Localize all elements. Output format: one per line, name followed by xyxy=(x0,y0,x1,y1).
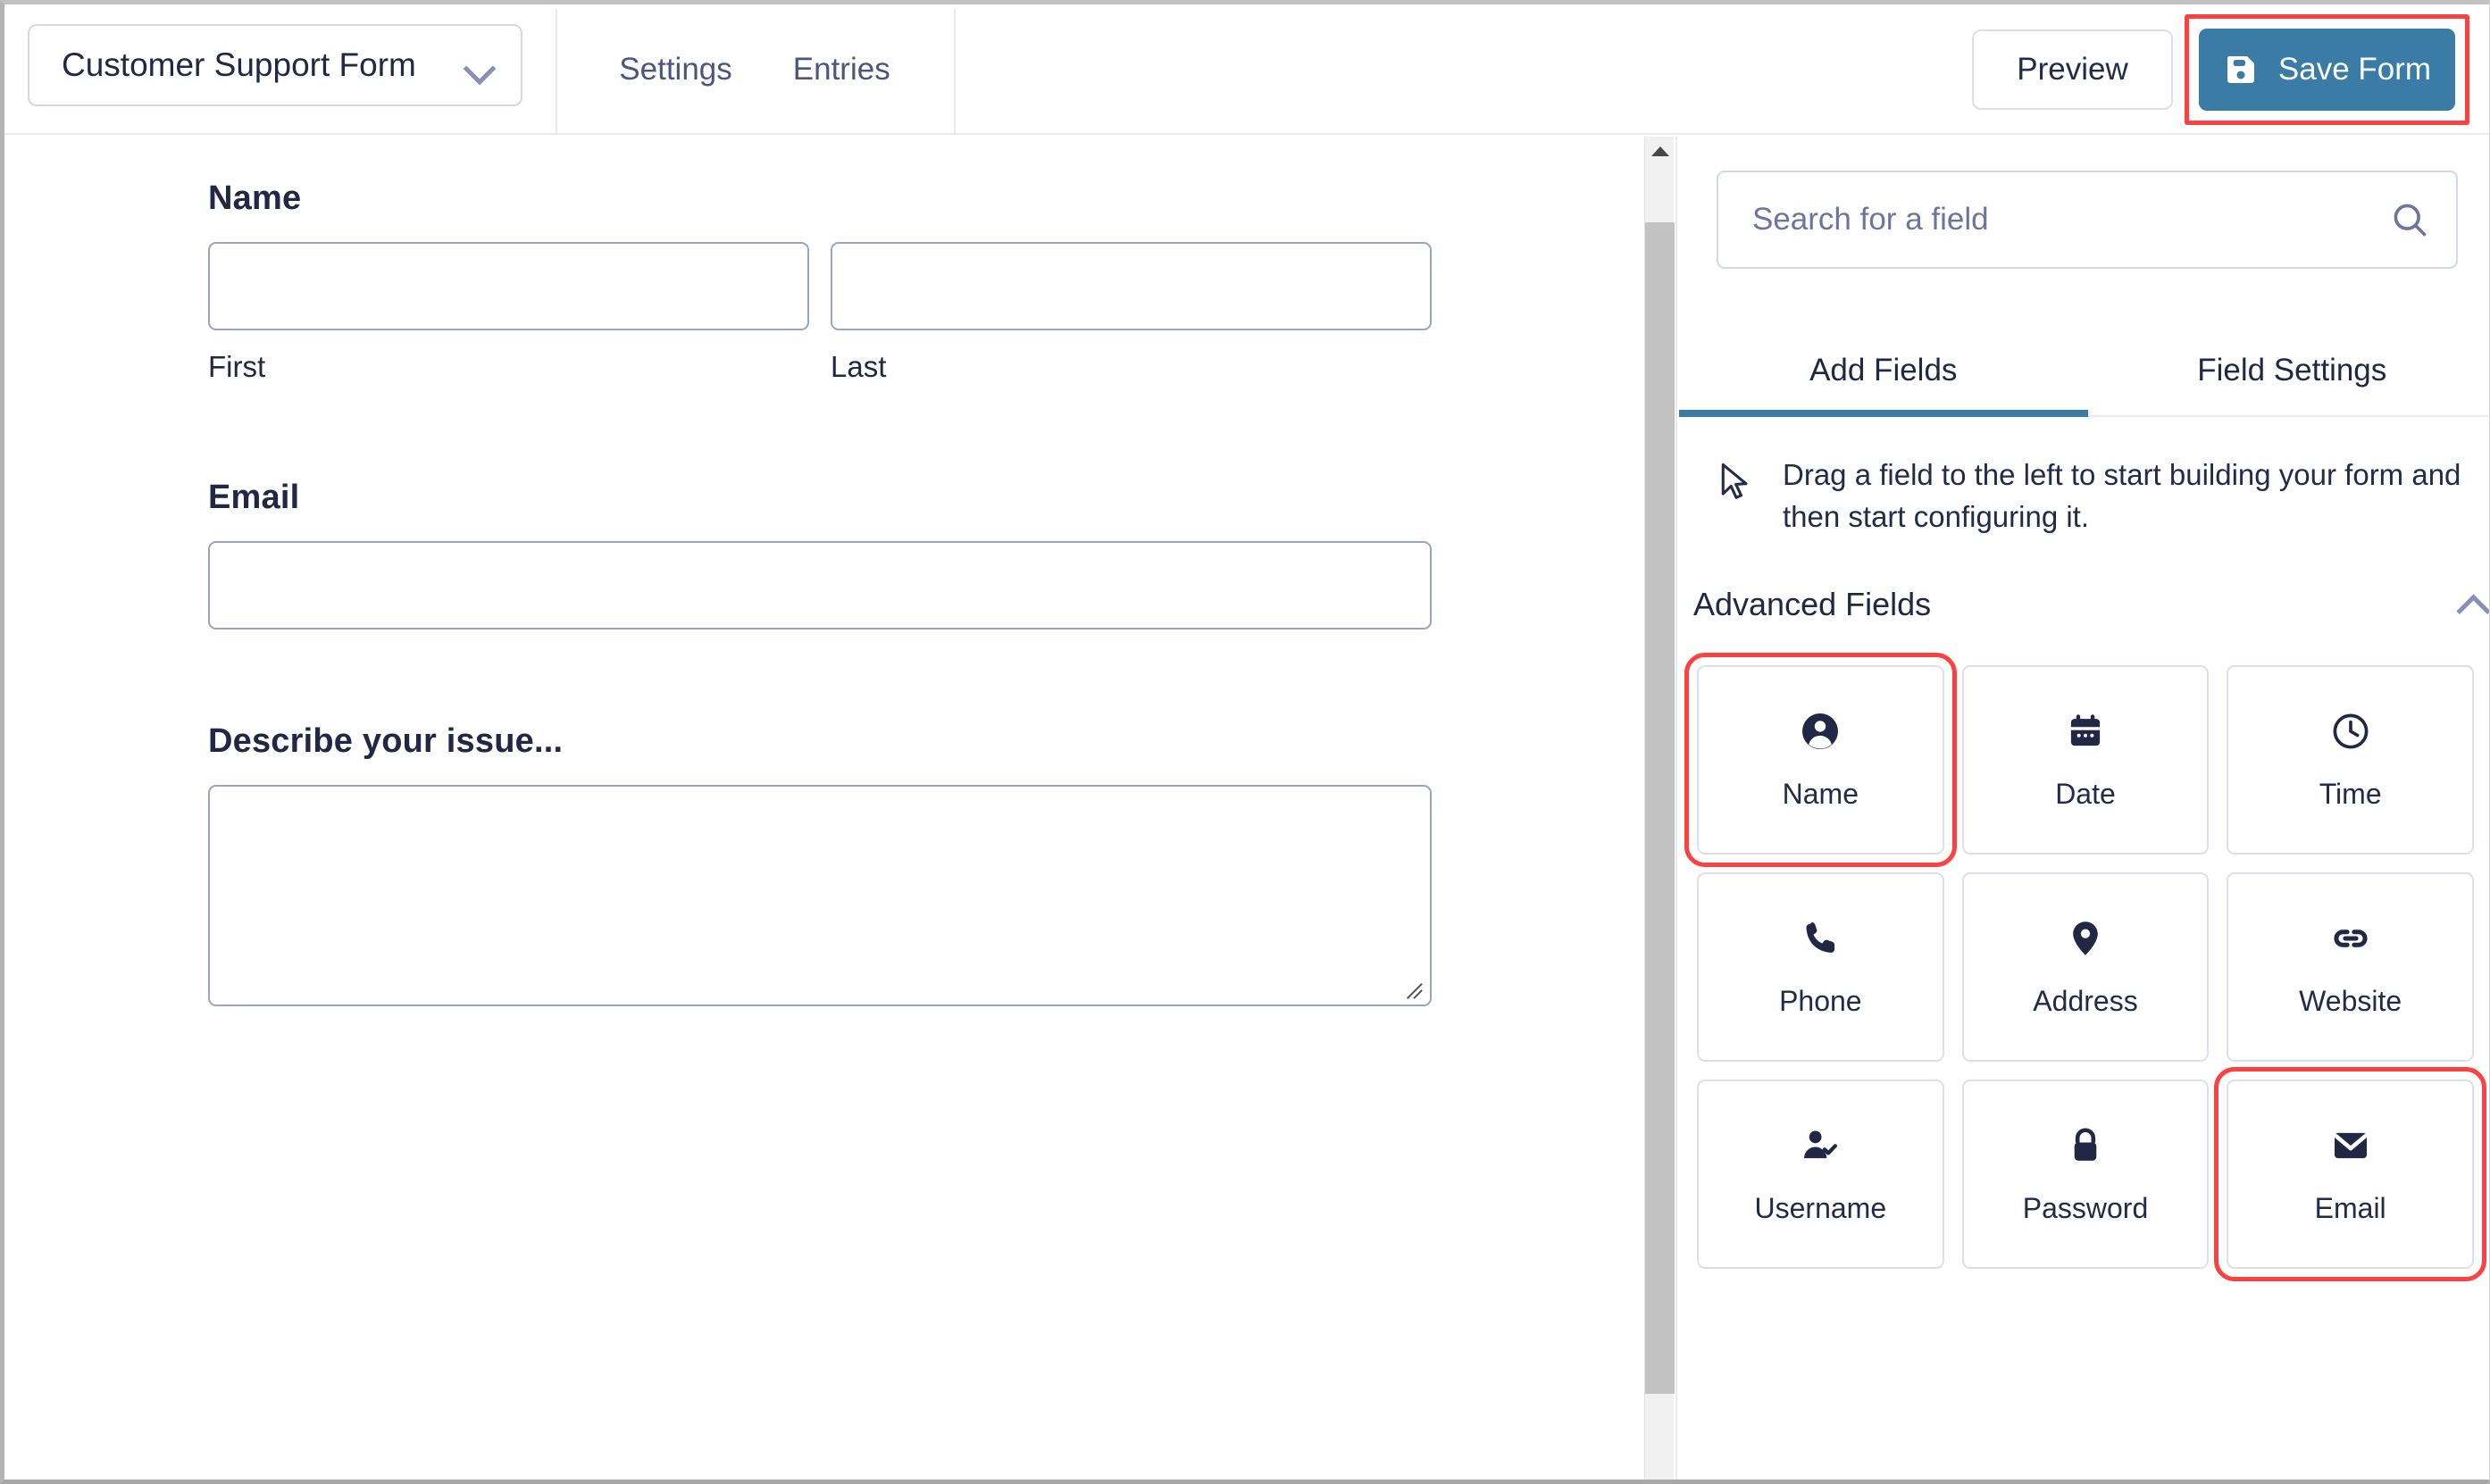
form-preview: Name First Last Email Describe your issu… xyxy=(208,137,1432,1006)
user-circle-icon xyxy=(1799,710,1842,753)
field-card-email-label: Email xyxy=(2314,1191,2386,1224)
field-card-address[interactable]: Address xyxy=(1961,872,2210,1062)
preview-button[interactable]: Preview xyxy=(1972,29,2173,110)
app-header: Customer Support Form Settings Entries P… xyxy=(4,4,2489,135)
field-card-address-label: Address xyxy=(2033,984,2138,1017)
form-field-issue-label: Describe your issue... xyxy=(208,722,564,760)
save-disk-icon xyxy=(2223,52,2259,88)
tab-entries[interactable]: Entries xyxy=(793,52,890,88)
chevron-up-icon[interactable] xyxy=(2456,588,2488,621)
resize-handle-icon[interactable] xyxy=(1404,980,1424,1000)
search-icon[interactable] xyxy=(2390,200,2429,239)
save-form-label: Save Form xyxy=(2277,52,2432,87)
field-card-website[interactable]: Website xyxy=(2227,872,2474,1062)
tab-field-settings[interactable]: Field Settings xyxy=(2088,326,2490,415)
form-field-name-label: Name xyxy=(208,179,302,217)
field-card-name[interactable]: Name xyxy=(1684,653,1957,867)
last-name-input[interactable] xyxy=(831,242,1432,330)
field-card-website-label: Website xyxy=(2299,984,2402,1017)
field-card-username-label: Username xyxy=(1754,1191,1887,1224)
last-name-sublabel: Last xyxy=(831,350,887,383)
advanced-fields-grid: Name Date Time Phone Address Website Use… xyxy=(1684,653,2486,1281)
tab-add-fields[interactable]: Add Fields xyxy=(1679,326,2088,417)
map-pin-icon xyxy=(2064,917,2107,960)
field-card-phone-label: Phone xyxy=(1779,984,1862,1017)
link-icon xyxy=(2329,917,2372,960)
header-divider-right xyxy=(954,9,956,135)
field-card-date-label: Date xyxy=(2055,777,2116,810)
canvas-scrollbar[interactable] xyxy=(1644,137,1675,1480)
name-first-col: First xyxy=(208,242,809,384)
field-search-box[interactable] xyxy=(1717,171,2458,269)
save-form-highlight: Save Form xyxy=(2185,14,2469,125)
form-selector-dropdown[interactable]: Customer Support Form xyxy=(28,24,522,106)
form-canvas: Name First Last Email Describe your issu… xyxy=(4,137,1642,1480)
calendar-icon xyxy=(2064,710,2107,753)
header-tabs: Settings Entries xyxy=(556,4,954,135)
search-input[interactable] xyxy=(1752,193,2377,246)
form-builder-app: Customer Support Form Settings Entries P… xyxy=(0,0,2490,1484)
save-form-button[interactable]: Save Form xyxy=(2199,29,2455,111)
form-field-email[interactable]: Email xyxy=(208,479,1432,629)
clock-icon xyxy=(2329,710,2372,753)
field-card-time-label: Time xyxy=(2319,777,2382,810)
field-card-password-label: Password xyxy=(2022,1191,2149,1224)
cursor-arrow-icon xyxy=(1717,462,1754,504)
advanced-fields-section-header[interactable]: Advanced Fields xyxy=(1693,586,2488,623)
form-field-issue[interactable]: Describe your issue... xyxy=(208,722,1432,1006)
user-check-icon xyxy=(1799,1124,1842,1167)
field-card-username[interactable]: Username xyxy=(1697,1080,1944,1269)
caret-up-icon[interactable] xyxy=(1645,137,1675,166)
panel-tabs: Add Fields Field Settings xyxy=(1679,326,2489,417)
fields-panel: Add Fields Field Settings Drag a field t… xyxy=(1675,137,2489,1480)
header-actions: Preview Save Form xyxy=(1972,4,2469,135)
form-field-name[interactable]: Name First Last xyxy=(208,179,1432,384)
field-card-date[interactable]: Date xyxy=(1961,665,2210,855)
phone-icon xyxy=(1799,917,1842,960)
field-card-email[interactable]: Email xyxy=(2214,1067,2486,1281)
tab-settings[interactable]: Settings xyxy=(619,52,731,88)
advanced-fields-title: Advanced Fields xyxy=(1693,586,1932,622)
drag-hint-text: Drag a field to the left to start buildi… xyxy=(1783,458,2461,533)
form-field-email-label: Email xyxy=(208,479,300,516)
name-last-col: Last xyxy=(831,242,1432,384)
first-name-sublabel: First xyxy=(208,350,266,383)
first-name-input[interactable] xyxy=(208,242,809,330)
issue-textarea[interactable] xyxy=(208,785,1432,1006)
name-inputs-row: First Last xyxy=(208,242,1432,384)
envelope-icon xyxy=(2329,1124,2372,1167)
drag-hint: Drag a field to the left to start buildi… xyxy=(1717,454,2476,538)
field-card-password[interactable]: Password xyxy=(1961,1080,2210,1269)
chevron-down-icon xyxy=(464,50,494,80)
lock-icon xyxy=(2064,1124,2107,1167)
field-card-name-label: Name xyxy=(1782,777,1859,810)
field-card-time[interactable]: Time xyxy=(2227,665,2474,855)
form-selector-label: Customer Support Form xyxy=(62,46,416,83)
field-card-phone[interactable]: Phone xyxy=(1697,872,1944,1062)
scrollbar-thumb[interactable] xyxy=(1645,222,1675,1394)
email-input[interactable] xyxy=(208,541,1432,629)
